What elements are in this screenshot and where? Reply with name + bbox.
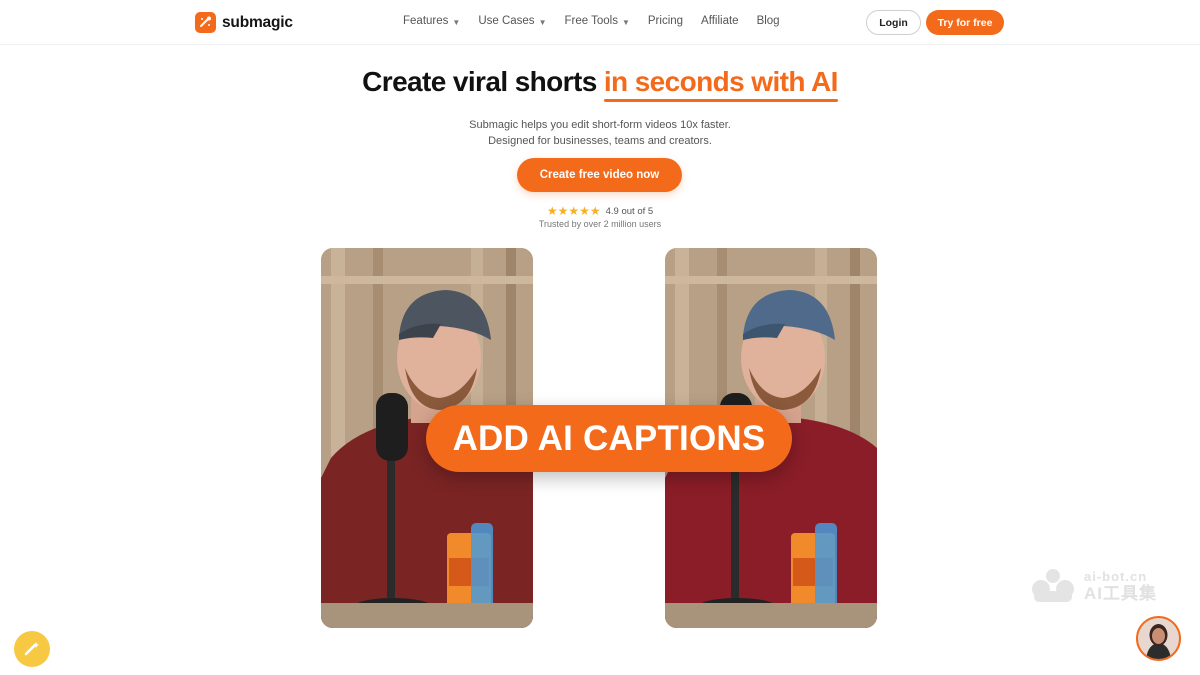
rating-text: 4.9 out of 5 xyxy=(605,205,654,217)
brand-logo[interactable]: submagic xyxy=(195,12,293,33)
page: submagic Features ▼ Use Cases ▼ Free Too… xyxy=(0,0,1200,675)
watermark-logo-icon xyxy=(1032,569,1074,602)
nav-item-free-tools[interactable]: Free Tools ▼ xyxy=(564,15,629,27)
hero-title-accent: in seconds with AI xyxy=(603,66,838,102)
support-chat-button[interactable] xyxy=(1136,616,1181,661)
nav-item-label: Free Tools xyxy=(564,15,618,27)
nav-item-blog[interactable]: Blog xyxy=(757,15,780,27)
rating: ★★★★★ 4.9 out of 5 xyxy=(0,204,1200,218)
brand-name: submagic xyxy=(222,13,293,31)
watermark: ai-bot.cn AI工具集 xyxy=(1030,567,1157,603)
nav-item-label: Features xyxy=(403,15,449,27)
chevron-down-icon: ▼ xyxy=(452,17,461,27)
nav-item-label: Use Cases xyxy=(478,15,535,27)
login-button[interactable]: Login xyxy=(866,10,921,35)
hero-subtitle-line: Designed for businesses, teams and creat… xyxy=(488,135,712,147)
top-navbar: submagic Features ▼ Use Cases ▼ Free Too… xyxy=(0,0,1200,45)
add-ai-captions-badge: ADD AI CAPTIONS xyxy=(426,405,792,472)
trusted-text: Trusted by over 2 million users xyxy=(538,219,662,229)
magic-wand-icon xyxy=(24,642,39,656)
support-avatar-icon xyxy=(1138,618,1179,659)
hero-title-plain: Create viral shorts xyxy=(362,66,604,97)
chevron-down-icon: ▼ xyxy=(538,17,547,27)
watermark-line1: ai-bot.cn xyxy=(1084,569,1148,584)
nav-item-pricing[interactable]: Pricing xyxy=(648,15,683,27)
nav-item-features[interactable]: Features ▼ xyxy=(403,15,460,27)
chevron-down-icon: ▼ xyxy=(621,17,630,27)
nav-item-use-cases[interactable]: Use Cases ▼ xyxy=(478,15,546,27)
nav-links: Features ▼ Use Cases ▼ Free Tools ▼ Pric… xyxy=(403,15,780,27)
submagic-logo-icon xyxy=(195,12,216,33)
hero-subtitle: Submagic helps you edit short-form video… xyxy=(0,117,1200,149)
nav-item-label: Affiliate xyxy=(701,15,739,27)
magic-wand-button[interactable] xyxy=(14,631,50,667)
star-icon: ★★★★★ xyxy=(546,204,601,218)
nav-item-label: Blog xyxy=(756,15,780,27)
nav-item-affiliate[interactable]: Affiliate xyxy=(701,15,739,27)
create-free-video-button[interactable]: Create free video now xyxy=(517,158,682,192)
try-for-free-button[interactable]: Try for free xyxy=(926,10,1004,35)
watermark-line2: AI工具集 xyxy=(1084,584,1157,603)
hero-subtitle-line: Submagic helps you edit short-form video… xyxy=(469,119,731,131)
hero-title: Create viral shorts in seconds with AI xyxy=(0,66,1200,102)
nav-item-label: Pricing xyxy=(647,15,684,27)
